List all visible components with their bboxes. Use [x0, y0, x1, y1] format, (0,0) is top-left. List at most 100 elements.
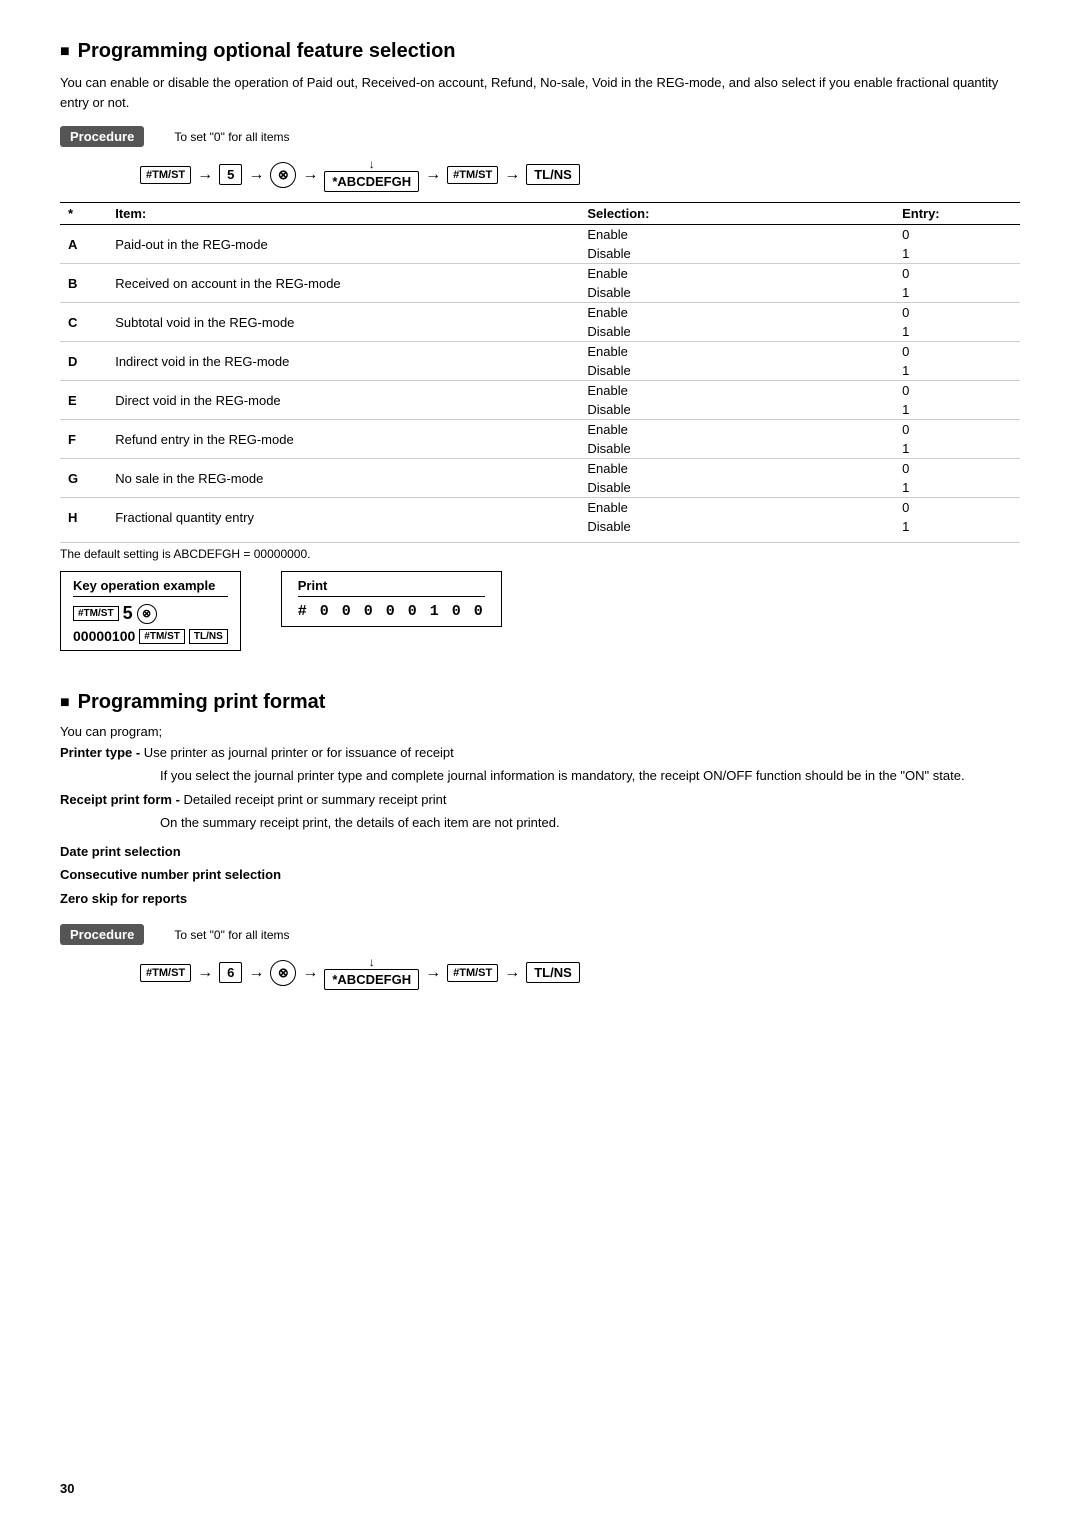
item-desc-E: Direct void in the REG-mode — [107, 381, 579, 420]
flow2-arrow-3: → — [302, 964, 318, 982]
item-letter-E: E — [60, 381, 107, 420]
item-entry-B-0: 0 — [894, 264, 1020, 284]
flow-num-1: 5 — [219, 164, 242, 185]
flow-abcd-1: *ABCDEFGH — [324, 171, 419, 192]
you-can-text: You can program; — [60, 724, 1020, 739]
item-letter-H: H — [60, 498, 107, 537]
printer-type-detail: If you select the journal printer type a… — [160, 766, 1020, 786]
flow-arrow-2: → — [248, 166, 264, 184]
section1-intro: You can enable or disable the operation … — [60, 73, 1020, 112]
key-op-label: Key operation example — [73, 578, 228, 597]
item-letter-C: C — [60, 303, 107, 342]
flow2-tmst-2: #TM/ST — [447, 964, 498, 982]
printer-type-line: Printer type - Use printer as journal pr… — [60, 745, 1020, 760]
item-selection-B-0: Enable — [579, 264, 894, 284]
item-entry-A-0: 0 — [894, 225, 1020, 245]
printer-type-bold: Printer type - — [60, 745, 140, 760]
item-selection-E-1: Disable — [579, 400, 894, 420]
flow2-abcd-1: *ABCDEFGH — [324, 969, 419, 990]
flow-branch-1: ↓ *ABCDEFGH — [324, 157, 419, 192]
flow-diagram-1: #TM/ST → 5 → ⊗ → ↓ *ABCDEFGH → #TM/ST → … — [140, 157, 1020, 192]
items-table: * Item: Selection: Entry: APaid-out in t… — [60, 202, 1020, 536]
flow2-arrow-5: → — [504, 964, 520, 982]
item-entry-F-1: 1 — [894, 439, 1020, 459]
bold-item-0: Date print selection — [60, 840, 1020, 863]
item-entry-G-1: 1 — [894, 478, 1020, 498]
item-entry-D-1: 1 — [894, 361, 1020, 381]
section2-title: Programming print format — [60, 691, 1020, 714]
col-entry: Entry: — [894, 203, 1020, 225]
item-desc-F: Refund entry in the REG-mode — [107, 420, 579, 459]
item-entry-E-1: 1 — [894, 400, 1020, 420]
item-letter-D: D — [60, 342, 107, 381]
step1-circle: ⊗ — [137, 604, 157, 624]
step2-tmst: #TM/ST — [139, 629, 185, 644]
item-selection-A-0: Enable — [579, 225, 894, 245]
item-entry-F-0: 0 — [894, 420, 1020, 440]
procedure-label-1: Procedure — [60, 126, 144, 147]
flow2-num-1: 6 — [219, 962, 242, 983]
item-letter-A: A — [60, 225, 107, 264]
flow2-branch-1: ↓ *ABCDEFGH — [324, 955, 419, 990]
key-op-box: Key operation example #TM/ST 5 ⊗ 0000010… — [60, 571, 241, 651]
item-selection-A-1: Disable — [579, 244, 894, 264]
flow2-tl-1: TL/NS — [526, 962, 580, 983]
item-entry-D-0: 0 — [894, 342, 1020, 362]
item-selection-E-0: Enable — [579, 381, 894, 401]
item-entry-H-0: 0 — [894, 498, 1020, 518]
print-container: Print # 0 0 0 0 0 1 0 0 — [281, 571, 502, 627]
flow2-arrow-1: → — [197, 964, 213, 982]
page-number: 30 — [60, 1481, 74, 1496]
key-op-main: 00000100 #TM/ST TL/NS — [73, 628, 228, 644]
print-box: Print # 0 0 0 0 0 1 0 0 — [281, 571, 502, 627]
item-selection-H-1: Disable — [579, 517, 894, 536]
col-selection: Selection: — [579, 203, 894, 225]
procedure-label-2: Procedure — [60, 924, 144, 945]
down-arrow-1: ↓ — [369, 157, 375, 171]
item-entry-H-1: 1 — [894, 517, 1020, 536]
section-print-format: Programming print format You can program… — [60, 691, 1020, 990]
set-zero-note-2: To set "0" for all items — [174, 928, 289, 942]
item-selection-G-1: Disable — [579, 478, 894, 498]
item-desc-B: Received on account in the REG-mode — [107, 264, 579, 303]
item-selection-C-1: Disable — [579, 322, 894, 342]
section-optional-feature: Programming optional feature selection Y… — [60, 40, 1020, 651]
flow-arrow-4: → — [425, 166, 441, 184]
bold-item-2: Zero skip for reports — [60, 887, 1020, 910]
flow2-arrow-4: → — [425, 964, 441, 982]
item-entry-C-0: 0 — [894, 303, 1020, 323]
table-header-row: * Item: Selection: Entry: — [60, 203, 1020, 225]
flow-tl-1: TL/NS — [526, 164, 580, 185]
key-op-section: Key operation example #TM/ST 5 ⊗ 0000010… — [60, 571, 1020, 651]
item-entry-B-1: 1 — [894, 283, 1020, 303]
item-desc-H: Fractional quantity entry — [107, 498, 579, 537]
item-selection-D-0: Enable — [579, 342, 894, 362]
step2-num: 00000100 — [73, 628, 135, 644]
item-desc-G: No sale in the REG-mode — [107, 459, 579, 498]
item-letter-G: G — [60, 459, 107, 498]
col-star: * — [60, 203, 107, 225]
step1-tmst: #TM/ST — [73, 606, 119, 621]
step1-num: 5 — [123, 603, 133, 624]
item-selection-D-1: Disable — [579, 361, 894, 381]
key-op-container: Key operation example #TM/ST 5 ⊗ 0000010… — [60, 571, 241, 651]
receipt-text: Detailed receipt print or summary receip… — [180, 792, 447, 807]
flow2-tmst-1: #TM/ST — [140, 964, 191, 982]
section1-title: Programming optional feature selection — [60, 40, 1020, 63]
item-letter-F: F — [60, 420, 107, 459]
flow2-circle-1: ⊗ — [270, 960, 296, 986]
item-entry-G-0: 0 — [894, 459, 1020, 479]
receipt-form-line: Receipt print form - Detailed receipt pr… — [60, 792, 1020, 807]
flow-arrow-5: → — [504, 166, 520, 184]
down-arrow-2: ↓ — [369, 955, 375, 969]
item-selection-G-0: Enable — [579, 459, 894, 479]
item-desc-C: Subtotal void in the REG-mode — [107, 303, 579, 342]
flow-arrow-3: → — [302, 166, 318, 184]
receipt-detail: On the summary receipt print, the detail… — [160, 813, 1020, 833]
item-selection-H-0: Enable — [579, 498, 894, 518]
item-desc-D: Indirect void in the REG-mode — [107, 342, 579, 381]
col-item: Item: — [107, 203, 579, 225]
default-note: The default setting is ABCDEFGH = 000000… — [60, 542, 1020, 561]
flow-tmst-2: #TM/ST — [447, 166, 498, 184]
item-entry-A-1: 1 — [894, 244, 1020, 264]
